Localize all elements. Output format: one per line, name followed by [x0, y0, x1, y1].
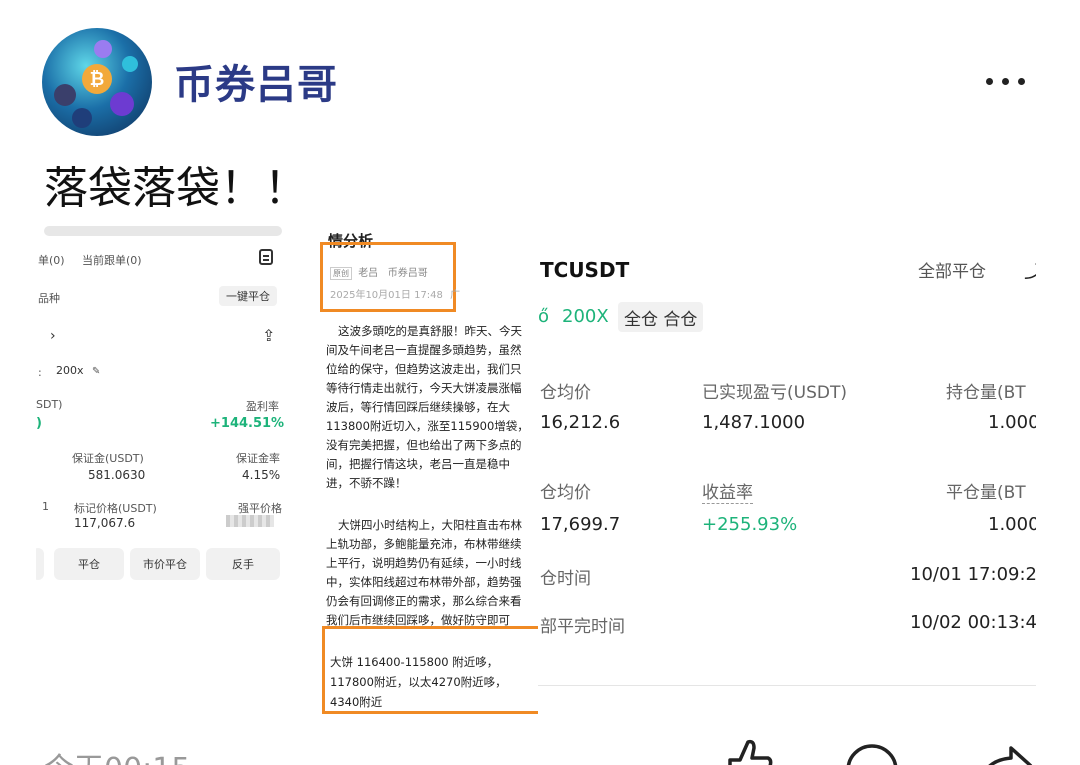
side-mark: ő	[538, 306, 550, 327]
close-time: 10/02 00:13:4	[910, 612, 1036, 633]
open-time: 10/01 17:09:2	[910, 564, 1036, 585]
leverage: 200X	[562, 306, 609, 327]
close-qty: 1.000	[988, 514, 1036, 535]
margin-mode: 全仓 合仓	[618, 302, 704, 332]
avatar[interactable]: ₿	[42, 28, 152, 136]
realized-pnl-label: 已实现盈亏(USDT)	[702, 383, 847, 403]
article-meta: 原创 老吕 币券吕哥	[330, 264, 428, 280]
article-line: 113800附近切入，涨至115900增袋，	[326, 419, 529, 433]
leverage-prefix: :	[38, 366, 42, 379]
article-line: 位给的保守，但趋势这波走出，我们只	[326, 362, 522, 376]
margin-value: 581.0630	[88, 468, 146, 482]
article-line: 间及午间老吕一直提醒多頭趋势，虽然	[326, 343, 522, 357]
coin-icon	[110, 92, 134, 116]
thumbs-up-icon[interactable]	[716, 738, 776, 765]
article-line: 这波多頭吃的是真舒服！昨天、今天	[338, 324, 522, 338]
article-date-row: 2025年10月01日 17:48 广	[330, 286, 460, 301]
tab-orders: 单(0)	[38, 254, 65, 267]
article-line: 间，把握行情这块，老吕一直是稳中	[326, 457, 510, 471]
mark-price-label: 标记价格(USDT)	[74, 502, 157, 515]
share-icon[interactable]	[975, 738, 1035, 765]
article-line: 进，不骄不躁！	[326, 476, 407, 490]
post-text: 落袋落袋！！	[44, 163, 308, 214]
edit-icon: ✎	[92, 366, 101, 377]
article-line: 仍会有回调修正的需求，那么综合来看	[326, 594, 522, 608]
coin-icon	[54, 84, 76, 106]
article-date: 2025年10月01日 17:48	[330, 290, 443, 301]
article-location: 广	[450, 290, 461, 301]
realized-pnl: 1,487.1000	[702, 412, 806, 433]
bitcoin-icon: ₿	[82, 64, 112, 94]
author-name[interactable]: 币券吕哥	[174, 52, 338, 110]
closed-position-image[interactable]: TCUSDT 全部平仓 ⤴ ő 200X 全仓 合仓 仓均价 已实现盈亏(USD…	[538, 240, 1036, 688]
open-time-label: 仓时间	[540, 569, 591, 589]
partial-button	[36, 548, 44, 580]
yield: +255.93%	[702, 514, 798, 535]
coin-label: 品种	[38, 292, 60, 305]
pnl-value: )	[36, 416, 42, 431]
post-time: 今天00:15	[44, 744, 190, 765]
mark-price: 117,067.6	[74, 516, 136, 530]
share-icon: ⇪	[262, 326, 276, 345]
liq-price-blurred	[226, 515, 274, 527]
pnl-rate-label: 盈利率	[246, 400, 279, 413]
reverse-button: 反手	[206, 548, 280, 580]
article-line: 等待行情走出就行，今天大饼凌晨涨幅	[326, 381, 522, 395]
post-header: ₿ 币券吕哥	[0, 0, 1080, 150]
margin-ratio: 4.15%	[242, 468, 281, 482]
hold-qty: 1.000	[988, 412, 1036, 433]
unit-label: SDT)	[36, 398, 63, 411]
article-line: 没有完美把握，但也给出了两下多点的	[326, 438, 522, 452]
hold-qty-label: 持仓量(BT	[946, 383, 1026, 403]
market-close-button: 市价平仓	[130, 548, 200, 580]
liq-price-label: 强平价格	[238, 502, 282, 515]
chevron-right-icon: ›	[50, 328, 56, 344]
original-tag: 原创	[330, 267, 352, 280]
side-digit: 1	[42, 500, 49, 513]
article-line: 中，实体阳线超过布林带外部，趋势强	[326, 575, 522, 589]
margin-ratio-label: 保证金率	[236, 452, 280, 465]
article-line: 大饼四小时结构上，大阳柱直击布林	[338, 518, 522, 532]
article-line: 上平行，说明趋势仍有延续，一小时线	[326, 556, 522, 570]
article-account: 币券吕哥	[387, 268, 428, 279]
divider	[44, 226, 282, 236]
yield-label: 收益率	[702, 478, 753, 504]
close-avg: 17,699.7	[540, 514, 621, 535]
more-dots-icon[interactable]	[980, 66, 1030, 96]
position-panel-image[interactable]: 单(0) 当前跟单(0) 品种 一键平仓 › ⇪ : 200x ✎ SDT) 盈…	[36, 222, 292, 594]
signal-line: 4340附近	[330, 695, 383, 709]
comment-bubble-icon[interactable]	[842, 738, 902, 765]
coin-icon	[94, 40, 112, 58]
tab-copy-trade: 当前跟单(0)	[82, 254, 142, 267]
document-icon	[259, 249, 273, 265]
share-icon: ⤴	[1024, 258, 1036, 283]
trading-pair: TCUSDT	[540, 258, 630, 282]
article-image[interactable]: 情分析 原创 老吕 币券吕哥 2025年10月01日 17:48 广 这波多頭吃…	[316, 222, 538, 722]
coin-icon	[122, 56, 138, 72]
leverage-badge: 200x	[56, 364, 84, 377]
close-avg-label: 仓均价	[540, 483, 591, 503]
article-line: 上轨功部，多鲍能量充沛，布林带继续	[326, 537, 522, 551]
article-line: 波后，等行情回踩后继续操够，在大	[326, 400, 510, 414]
signal-line: 大饼 116400-115800 附近哆，	[330, 655, 499, 669]
close-time-label: 部平完时间	[540, 617, 625, 637]
divider	[538, 685, 1036, 686]
open-avg-label: 仓均价	[540, 383, 591, 403]
article-author: 老吕	[358, 268, 379, 279]
open-avg: 16,212.6	[540, 412, 621, 433]
close-position-button: 平仓	[54, 548, 124, 580]
close-qty-label: 平仓量(BT	[946, 483, 1026, 503]
pnl-rate: +144.51%	[210, 416, 285, 431]
coin-icon	[72, 108, 92, 128]
signal-line: 117800附近，以太4270附近哆，	[330, 675, 507, 689]
close-all-button: 一键平仓	[219, 286, 277, 306]
margin-label: 保证金(USDT)	[72, 452, 144, 465]
close-all-label: 全部平仓	[918, 262, 986, 282]
